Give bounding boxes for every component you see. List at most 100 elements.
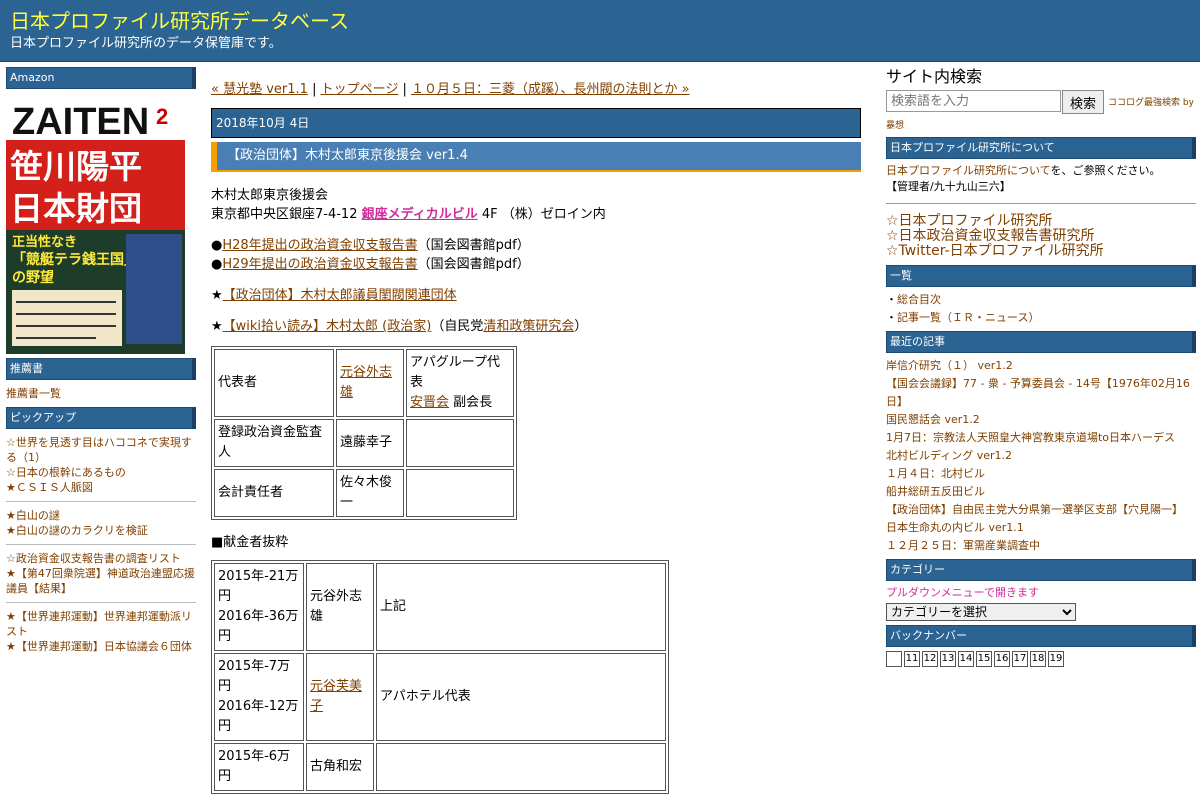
table-cell: 佐々木俊一	[336, 469, 404, 517]
pickup-group-1: ☆世界を見透す目はハココネで実現する（1） ☆日本の根幹にあるもの ★ＣＳＩＳ人…	[6, 435, 196, 495]
table-cell: 古角和宏	[306, 743, 374, 791]
representative-link[interactable]: 元谷外志雄	[340, 365, 392, 400]
table-cell: 元谷外志雄	[306, 563, 374, 651]
table-cell: 2015年-7万円 2016年-12万円	[214, 653, 304, 741]
pickup-link[interactable]: ☆日本の根幹にあるもの	[6, 465, 196, 480]
nav-separator: |	[398, 82, 411, 97]
report-note: （国会図書館pdf）	[417, 257, 530, 272]
featured-link[interactable]: ☆Twitter-日本プロファイル研究所	[886, 244, 1196, 259]
site-description: 日本プロファイル研究所のデータ保管庫です。	[10, 36, 282, 51]
table-cell	[376, 743, 666, 791]
recent-article-link[interactable]: １月４日：北村ビル	[886, 465, 1196, 483]
about-link[interactable]: 日本プロファイル研究所について	[886, 164, 1050, 177]
about-section-title: 日本プロファイル研究所について	[886, 137, 1196, 159]
recent-article-link[interactable]: 日本生命丸の内ビル ver1.1	[886, 519, 1196, 537]
shinsankai-link[interactable]: 安晋会	[410, 395, 449, 410]
recent-article-link[interactable]: 【政治団体】自由民主党大分県第一選挙区支部【穴見陽一】	[886, 501, 1196, 519]
related-line: ★【政治団体】木村太郎議員閨閥関連団体	[211, 288, 457, 303]
table-row: 2015年-7万円 2016年-12万円 元谷芙美子 アパホテル代表	[214, 653, 666, 741]
backnumber-day[interactable]: 13	[940, 651, 956, 667]
pickup-link[interactable]: ★【世界連邦運動】日本協議会６団体	[6, 639, 196, 654]
pickup-section-title: ピックアップ	[6, 407, 196, 429]
donor-link[interactable]: 元谷芙美子	[310, 679, 362, 714]
donor-table: 2015年-21万円 2016年-36万円 元谷外志雄 上記 2015年-7万円…	[211, 560, 669, 794]
backnumber-day[interactable]	[886, 651, 902, 667]
next-entry-link[interactable]: １０月５日：三菱（成蹊）、長州閥の法則とか »	[411, 82, 690, 97]
backnumber-day[interactable]: 11	[904, 651, 920, 667]
backnumber-day[interactable]: 18	[1030, 651, 1046, 667]
recommend-list-link[interactable]: 推薦書一覧	[6, 386, 196, 401]
index-link[interactable]: 総合目次	[897, 293, 941, 306]
org-name: 木村太郎東京後援会	[211, 188, 329, 203]
featured-link[interactable]: ☆日本政治資金収支報告書研究所	[886, 229, 1196, 244]
pickup-group-3: ☆政治資金収支報告書の調査リスト ★【第47回衆院選】神道政治連盟応援議員【結果…	[6, 551, 196, 596]
prev-entry-link[interactable]: « 慧光塾 ver1.1	[211, 82, 308, 97]
building-link[interactable]: 銀座メディカルビル	[362, 207, 478, 222]
pickup-link[interactable]: ★【世界連邦運動】世界連邦運動派リスト	[6, 609, 196, 639]
donation-amount: 2016年-36万円	[218, 609, 299, 644]
about-text: を、ご参照ください。	[1050, 164, 1161, 177]
site-title[interactable]: 日本プロファイル研究所データベース	[10, 9, 349, 33]
report-link-h28[interactable]: H28年提出の政治資金収支報告書	[222, 238, 417, 253]
category-select[interactable]: カテゴリーを選択	[886, 603, 1076, 621]
table-row: 登録政治資金監査人 遠藤幸子	[214, 419, 514, 467]
recent-article-link[interactable]: 船井総研五反田ビル	[886, 483, 1196, 501]
pickup-link[interactable]: ★白山の謎のカラクリを検証	[6, 523, 196, 538]
party-faction-link[interactable]: 清和政策研究会	[483, 319, 574, 334]
wiki-link[interactable]: 【wiki拾い読み】木村太郎 (政治家)	[223, 319, 432, 334]
magazine-headline-2: 日本財団	[10, 189, 142, 228]
wiki-line: ★【wiki拾い読み】木村太郎 (政治家)（自民党清和政策研究会）	[211, 319, 588, 334]
backnumber-day[interactable]: 19	[1048, 651, 1064, 667]
table-cell: 2015年-21万円 2016年-36万円	[214, 563, 304, 651]
recent-article-link[interactable]: 【国会会議録】77 - 衆 - 予算委員会 - 14号【1976年02月16日】	[886, 375, 1196, 411]
featured-links: ☆日本プロファイル研究所 ☆日本政治資金収支報告書研究所 ☆Twitter-日本…	[886, 214, 1196, 259]
backnumber-day[interactable]: 14	[958, 651, 974, 667]
entry-date: 2018年10月 4日	[211, 108, 861, 138]
search-button[interactable]: 検索	[1062, 90, 1104, 114]
pickup-link[interactable]: ☆政治資金収支報告書の調査リスト	[6, 551, 196, 566]
recent-article-link[interactable]: 岸信介研究（１） ver1.2	[886, 357, 1196, 375]
amazon-section-title: Amazon	[6, 67, 196, 89]
magazine-sub-1: 正当性なき	[12, 234, 77, 250]
magazine-sub-3: の野望	[12, 269, 54, 286]
magazine-cover-image[interactable]: ZAITEN 2 笹川陽平 日本財団 正当性なき 「競艇テラ銭王国」 の野望	[6, 94, 185, 354]
divider	[6, 501, 196, 502]
divider	[6, 602, 196, 603]
recent-article-link[interactable]: 北村ビルディング ver1.2	[886, 447, 1196, 465]
rep-note: 安晋会 副会長	[410, 393, 510, 413]
site-search-form: 検索 ココログ最強検索 by	[886, 90, 1196, 114]
recent-article-link[interactable]: １２月２５日：軍需産業調査中	[886, 537, 1196, 555]
address-text: 東京都中央区銀座7-4-12	[211, 207, 362, 222]
table-cell	[406, 419, 514, 467]
pickup-link[interactable]: ☆世界を見透す目はハココネで実現する（1）	[6, 435, 196, 465]
top-page-link[interactable]: トップページ	[321, 82, 399, 97]
recent-section-title: 最近の記事	[886, 331, 1196, 353]
search-provider-link[interactable]: ココログ最強検索 by	[1108, 95, 1194, 108]
backnumber-day[interactable]: 12	[922, 651, 938, 667]
pickup-link[interactable]: ★ＣＳＩＳ人脈図	[6, 480, 196, 495]
divider	[6, 544, 196, 545]
donor-heading: ■献金者抜粋	[211, 535, 289, 550]
recent-article-link[interactable]: 国民懇話会 ver1.2	[886, 411, 1196, 429]
index-link[interactable]: 記事一覧（ＩＲ・ニュース）	[897, 311, 1039, 324]
wiki-text: （自民党	[431, 319, 484, 334]
backnumber-day[interactable]: 17	[1012, 651, 1028, 667]
category-section-body: プルダウンメニューで開きます カテゴリーを選択	[886, 581, 1196, 625]
backnumber-day[interactable]: 15	[976, 651, 992, 667]
about-line: 日本プロファイル研究所についてを、ご参照ください。	[886, 163, 1196, 179]
featured-link[interactable]: ☆日本プロファイル研究所	[886, 214, 1196, 229]
table-cell: 代表者	[214, 349, 334, 417]
pickup-link[interactable]: ★白山の謎	[6, 508, 196, 523]
search-input[interactable]	[886, 90, 1061, 112]
index-section-title: 一覧	[886, 265, 1196, 287]
recent-article-link[interactable]: 1月7日：宗教法人天照皇大神宮教東京道場to日本ハーデス	[886, 429, 1196, 447]
related-groups-link[interactable]: 【政治団体】木村太郎議員閨閥関連団体	[223, 288, 457, 303]
pickup-link[interactable]: ★【第47回衆院選】神道政治連盟応援議員【結果】	[6, 566, 196, 596]
table-row: 代表者 元谷外志雄 アパグループ代表 安晋会 副会長	[214, 349, 514, 417]
search-provider-name-link[interactable]: 暴想	[886, 121, 904, 131]
rep-note: アパグループ代表	[410, 355, 500, 390]
backnumber-day[interactable]: 16	[994, 651, 1010, 667]
category-note: プルダウンメニューで開きます	[886, 586, 1040, 599]
report-line: ●H29年提出の政治資金収支報告書（国会図書館pdf）	[211, 257, 530, 272]
report-link-h29[interactable]: H29年提出の政治資金収支報告書	[222, 257, 417, 272]
